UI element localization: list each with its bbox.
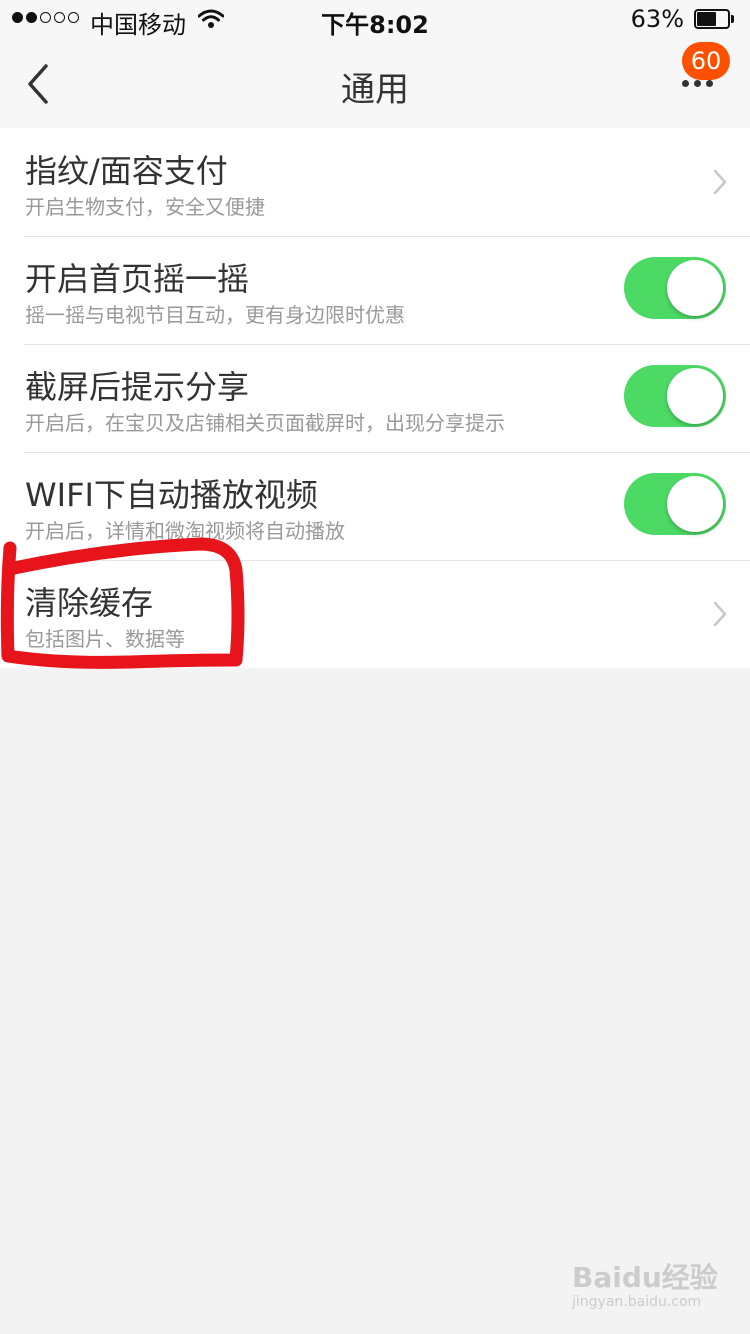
watermark-logo: Baidu经验 <box>572 1261 718 1294</box>
setting-row-clear-cache[interactable]: 清除缓存 包括图片、数据等 <box>0 560 750 668</box>
setting-row-screenshot-share: 截屏后提示分享 开启后，在宝贝及店铺相关页面截屏时，出现分享提示 <box>0 344 750 452</box>
battery-fill <box>697 12 716 26</box>
setting-subtitle: 包括图片、数据等 <box>25 627 185 651</box>
toggle-knob <box>667 260 723 316</box>
chevron-right-icon <box>713 169 727 195</box>
setting-title: 截屏后提示分享 <box>25 368 250 406</box>
status-bar: 中国移动 下午8:02 63% <box>0 0 750 40</box>
shake-toggle[interactable] <box>624 257 726 319</box>
setting-subtitle: 开启后，在宝贝及店铺相关页面截屏时，出现分享提示 <box>25 411 505 435</box>
notification-badge: 60 <box>682 42 730 80</box>
setting-subtitle: 摇一摇与电视节目互动，更有身边限时优惠 <box>25 303 405 327</box>
setting-subtitle: 开启后，详情和微淘视频将自动播放 <box>25 519 345 543</box>
more-icon <box>682 80 713 87</box>
chevron-right-icon <box>713 601 727 627</box>
setting-row-shake: 开启首页摇一摇 摇一摇与电视节目互动，更有身边限时优惠 <box>0 236 750 344</box>
setting-row-wifi-autoplay: WIFI下自动播放视频 开启后，详情和微淘视频将自动播放 <box>0 452 750 560</box>
battery-icon <box>694 9 736 31</box>
battery-percentage: 63% <box>630 5 684 33</box>
setting-subtitle: 开启生物支付，安全又便捷 <box>25 195 265 219</box>
page-title: 通用 <box>341 70 409 110</box>
setting-title: WIFI下自动播放视频 <box>25 476 318 514</box>
navigation-bar: 通用 60 <box>0 40 750 128</box>
setting-row-biometric-payment[interactable]: 指纹/面容支付 开启生物支付，安全又便捷 <box>0 128 750 236</box>
setting-title: 清除缓存 <box>25 584 154 622</box>
setting-title: 开启首页摇一摇 <box>25 260 250 298</box>
watermark-url: jingyan.baidu.com <box>572 1294 702 1310</box>
settings-list: 指纹/面容支付 开启生物支付，安全又便捷 开启首页摇一摇 摇一摇与电视节目互动，… <box>0 128 750 668</box>
wifi-autoplay-toggle[interactable] <box>624 473 726 535</box>
toggle-knob <box>667 368 723 424</box>
screenshot-share-toggle[interactable] <box>624 365 726 427</box>
toggle-knob <box>667 476 723 532</box>
battery-tip <box>731 15 734 23</box>
baidu-watermark: Baidu经验 jingyan.baidu.com <box>572 1252 718 1318</box>
setting-title: 指纹/面容支付 <box>25 152 228 190</box>
more-button[interactable]: 60 <box>668 40 738 120</box>
